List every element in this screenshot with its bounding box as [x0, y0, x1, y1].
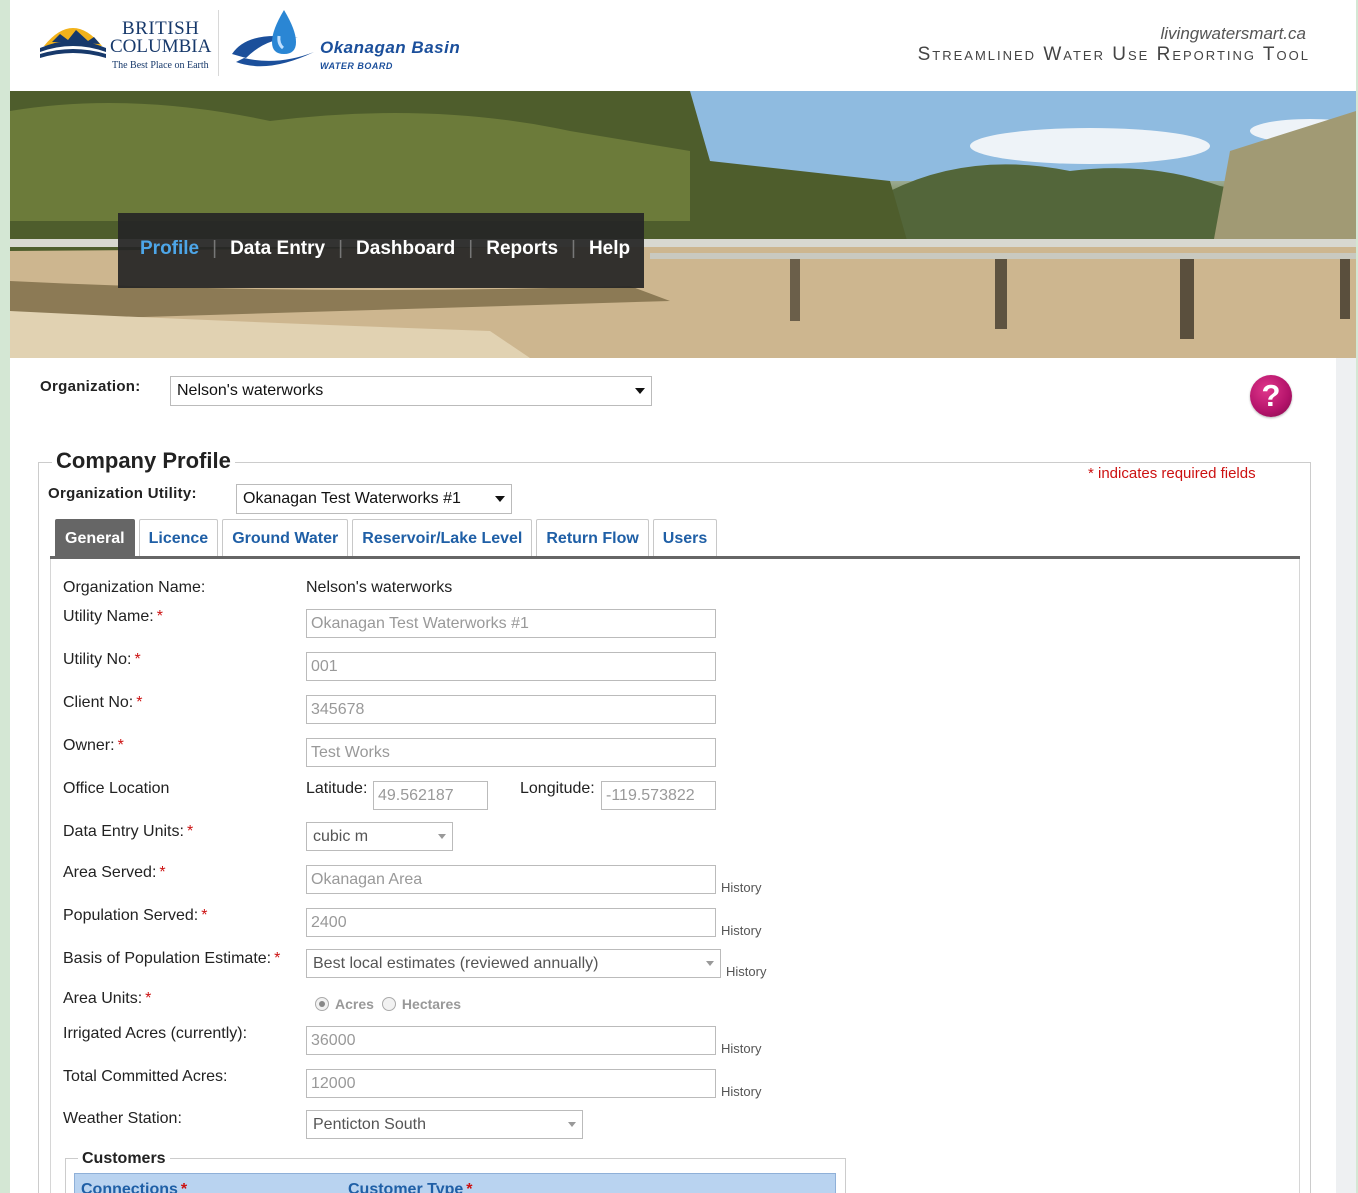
area-units-radio-group: Acres Hectares — [315, 996, 461, 1012]
site-url[interactable]: livingwatersmart.ca — [1161, 24, 1307, 44]
basis-population-label: Basis of Population Estimate: * — [63, 950, 281, 967]
client-no-label: Client No: * — [63, 694, 143, 711]
committed-acres-label: Total Committed Acres: — [63, 1068, 228, 1085]
tab-general[interactable]: General — [55, 519, 135, 557]
tab-licence[interactable]: Licence — [138, 519, 219, 557]
okanagan-basin-subtitle: WATER BOARD — [320, 61, 393, 71]
customers-table-header: Connections * Customer Type * — [74, 1173, 836, 1193]
weather-station-value: Penticton South — [313, 1115, 426, 1133]
organization-utility-label: Organization Utility: — [48, 485, 197, 502]
tab-ground-water[interactable]: Ground Water — [222, 519, 349, 557]
logo-divider — [218, 10, 219, 76]
data-entry-units-select[interactable]: cubic m — [306, 822, 453, 851]
basis-population-history-link[interactable]: History — [726, 964, 766, 979]
organization-select[interactable]: Nelson's waterworks — [170, 376, 652, 406]
nav-help[interactable]: Help — [589, 238, 630, 260]
area-units-label: Area Units: * — [63, 990, 152, 1007]
nav-separator: | — [338, 238, 344, 259]
area-served-label: Area Served: * — [63, 864, 166, 881]
basis-population-select[interactable]: Best local estimates (reviewed annually) — [306, 949, 721, 978]
tab-users[interactable]: Users — [652, 519, 718, 557]
office-location-label: Office Location — [63, 780, 170, 797]
hectares-radio[interactable] — [381, 997, 396, 1011]
owner-input[interactable]: Test Works — [306, 738, 716, 767]
population-served-input[interactable]: 2400 — [306, 908, 716, 937]
nav-reports[interactable]: Reports — [486, 238, 558, 260]
weather-station-select[interactable]: Penticton South — [306, 1110, 583, 1139]
acres-radio-label: Acres — [335, 996, 374, 1012]
committed-acres-history-link[interactable]: History — [721, 1084, 761, 1099]
right-gutter — [1336, 358, 1356, 1193]
help-icon[interactable]: ? — [1250, 375, 1292, 417]
acres-radio[interactable] — [315, 997, 329, 1011]
bc-logo[interactable]: BRITISH COLUMBIA The Best Place on Earth — [40, 12, 220, 72]
site-title: Streamlined Water Use Reporting Tool — [917, 44, 1310, 65]
area-served-input[interactable]: Okanagan Area — [306, 865, 716, 894]
customer-type-column-header[interactable]: Customer Type * — [348, 1181, 473, 1193]
organization-name-label: Organization Name: — [63, 579, 206, 596]
area-served-history-link[interactable]: History — [721, 880, 761, 895]
hectares-radio-label: Hectares — [401, 996, 462, 1012]
organization-select-value: Nelson's waterworks — [177, 382, 324, 399]
utility-name-input[interactable]: Okanagan Test Waterworks #1 — [306, 609, 716, 638]
nav-separator: | — [212, 238, 218, 259]
organization-utility-value: Okanagan Test Waterworks #1 — [243, 490, 461, 507]
organization-utility-select[interactable]: Okanagan Test Waterworks #1 — [236, 484, 512, 514]
site-header: BRITISH COLUMBIA The Best Place on Earth… — [10, 0, 1356, 91]
bc-wordmark-line2: COLUMBIA — [110, 36, 212, 57]
longitude-input[interactable]: -119.573822 — [601, 781, 716, 810]
owner-label: Owner: * — [63, 737, 124, 754]
basis-population-value: Best local estimates (reviewed annually) — [313, 954, 599, 972]
utility-no-label: Utility No: * — [63, 651, 141, 668]
data-entry-units-value: cubic m — [313, 827, 369, 845]
nav-data-entry[interactable]: Data Entry — [230, 238, 325, 260]
utility-name-label: Utility Name: * — [63, 608, 163, 625]
main-nav: Profile | Data Entry | Dashboard | Repor… — [118, 213, 644, 288]
connections-column-header[interactable]: Connections * — [81, 1181, 187, 1193]
okanagan-basin-logo[interactable]: Okanagan Basin WATER BOARD — [228, 8, 468, 78]
required-fields-note: * indicates required fields — [1088, 465, 1256, 482]
committed-acres-input[interactable]: 12000 — [306, 1069, 716, 1098]
customers-title: Customers — [78, 1150, 170, 1168]
water-drop-icon — [232, 10, 314, 67]
nav-separator: | — [468, 238, 474, 259]
tab-reservoir-lake-level[interactable]: Reservoir/Lake Level — [352, 519, 533, 557]
nav-separator: | — [571, 238, 576, 259]
chevron-down-icon — [495, 496, 505, 502]
banner-photo: Profile | Data Entry | Dashboard | Repor… — [10, 91, 1356, 358]
organization-label: Organization: — [40, 378, 141, 395]
population-served-history-link[interactable]: History — [721, 923, 761, 938]
chevron-down-icon — [568, 1121, 576, 1127]
data-entry-units-label: Data Entry Units: * — [63, 823, 194, 840]
irrigated-acres-history-link[interactable]: History — [721, 1041, 761, 1056]
latitude-input[interactable]: 49.562187 — [373, 781, 488, 810]
nav-dashboard[interactable]: Dashboard — [356, 238, 455, 260]
tab-return-flow[interactable]: Return Flow — [536, 519, 649, 557]
weather-station-label: Weather Station: — [63, 1110, 182, 1127]
bc-sun-icon — [40, 28, 106, 58]
okanagan-basin-title: Okanagan Basin — [320, 38, 461, 57]
client-no-input[interactable]: 345678 — [306, 695, 716, 724]
irrigated-acres-input[interactable]: 36000 — [306, 1026, 716, 1055]
irrigated-acres-label: Irrigated Acres (currently): — [63, 1025, 248, 1042]
bc-tagline: The Best Place on Earth — [112, 60, 209, 71]
longitude-label: Longitude: — [520, 780, 595, 797]
organization-name-value: Nelson's waterworks — [306, 579, 453, 596]
chevron-down-icon — [706, 960, 714, 966]
latitude-label: Latitude: — [306, 780, 368, 797]
chevron-down-icon — [635, 388, 645, 394]
profile-tabs: General Licence Ground Water Reservoir/L… — [55, 519, 721, 557]
page: BRITISH COLUMBIA The Best Place on Earth… — [10, 0, 1356, 1193]
company-profile-title: Company Profile — [52, 448, 235, 474]
utility-no-input[interactable]: 001 — [306, 652, 716, 681]
chevron-down-icon — [438, 833, 446, 839]
nav-profile[interactable]: Profile — [140, 238, 199, 260]
population-served-label: Population Served: * — [63, 907, 208, 924]
